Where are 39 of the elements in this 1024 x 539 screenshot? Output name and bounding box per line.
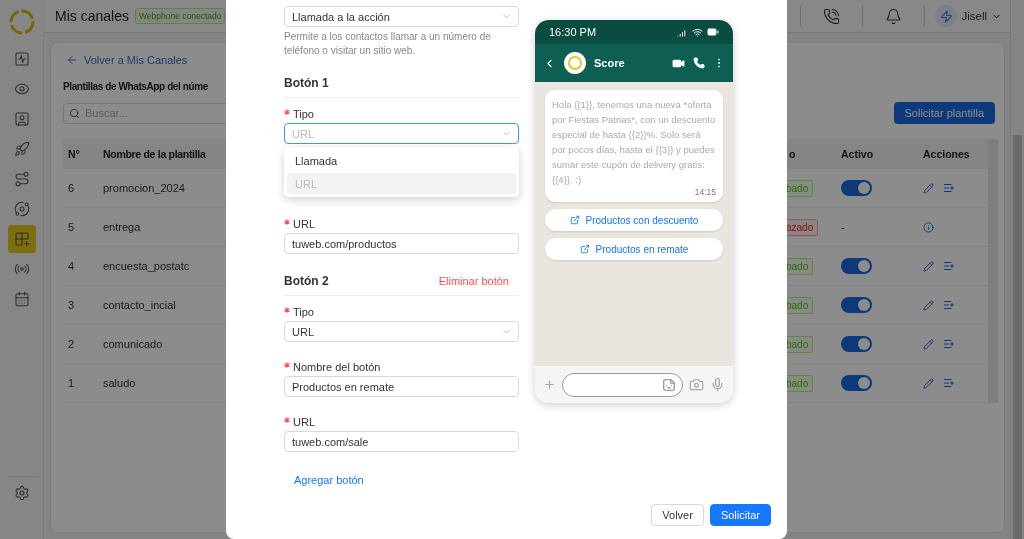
status-tag: azado (785, 218, 819, 236)
column-header: Acciones (918, 139, 988, 169)
section-title: Botón 2 (284, 274, 329, 288)
status-tag: bado (785, 179, 814, 197)
field-label: Tipo (284, 305, 519, 319)
message-time: 14:15 (694, 187, 716, 197)
page-title: Mis canales (55, 8, 129, 24)
table-cell: 1 (68, 377, 75, 389)
table-cell: entrega (103, 221, 141, 233)
status-time: 16:30 PM (549, 26, 597, 38)
table-cell: 4 (68, 260, 75, 272)
table-cell: 3 (68, 299, 75, 311)
status-tag: bado (785, 257, 814, 275)
table-cell: 5 (68, 221, 75, 233)
help-text: Permite a los contactos llamar a un número de teléfono o visitar un sitio web. (284, 30, 492, 58)
table-cell: encuesta_postatc (103, 260, 190, 272)
table-cell: saludo (103, 377, 136, 389)
field-label: URL (284, 217, 519, 231)
column-header: o (785, 139, 836, 169)
status-tag: bado (785, 296, 814, 314)
table-cell: promocion_2024 (103, 182, 185, 194)
table-cell: 2 (68, 338, 75, 350)
column-header: Activo (836, 139, 918, 169)
message-text: Hola {{1}}, tenemos una nueva *oferta por Fiestas Patrias*, con un descuento especial de hasta {{2}}%. Solo será por pocos días, hasta el {{3}} y puedes sumar este cupón de delivery gratis: {{4}}. :) (552, 98, 716, 187)
table-cell: comunicado (103, 338, 163, 350)
status-tag: Webphone conectado (134, 8, 226, 24)
status-tag: bado (785, 335, 814, 353)
contact-name: Score (594, 57, 626, 69)
table-cell: contacto_incial (103, 299, 176, 311)
field-label: Nombre del botón (284, 360, 519, 374)
section-title: Botón 1 (284, 76, 329, 90)
table-cell: - (841, 221, 845, 233)
column-header: Nombre de la plantilla (98, 139, 224, 169)
field-label: URL (284, 415, 519, 429)
column-header: N° (63, 139, 98, 169)
status-tag: bado (785, 374, 814, 392)
section-title: Plantillas de WhatsApp del núme (63, 81, 208, 92)
table-cell: 6 (68, 182, 75, 194)
field-label: Tipo (284, 107, 519, 121)
